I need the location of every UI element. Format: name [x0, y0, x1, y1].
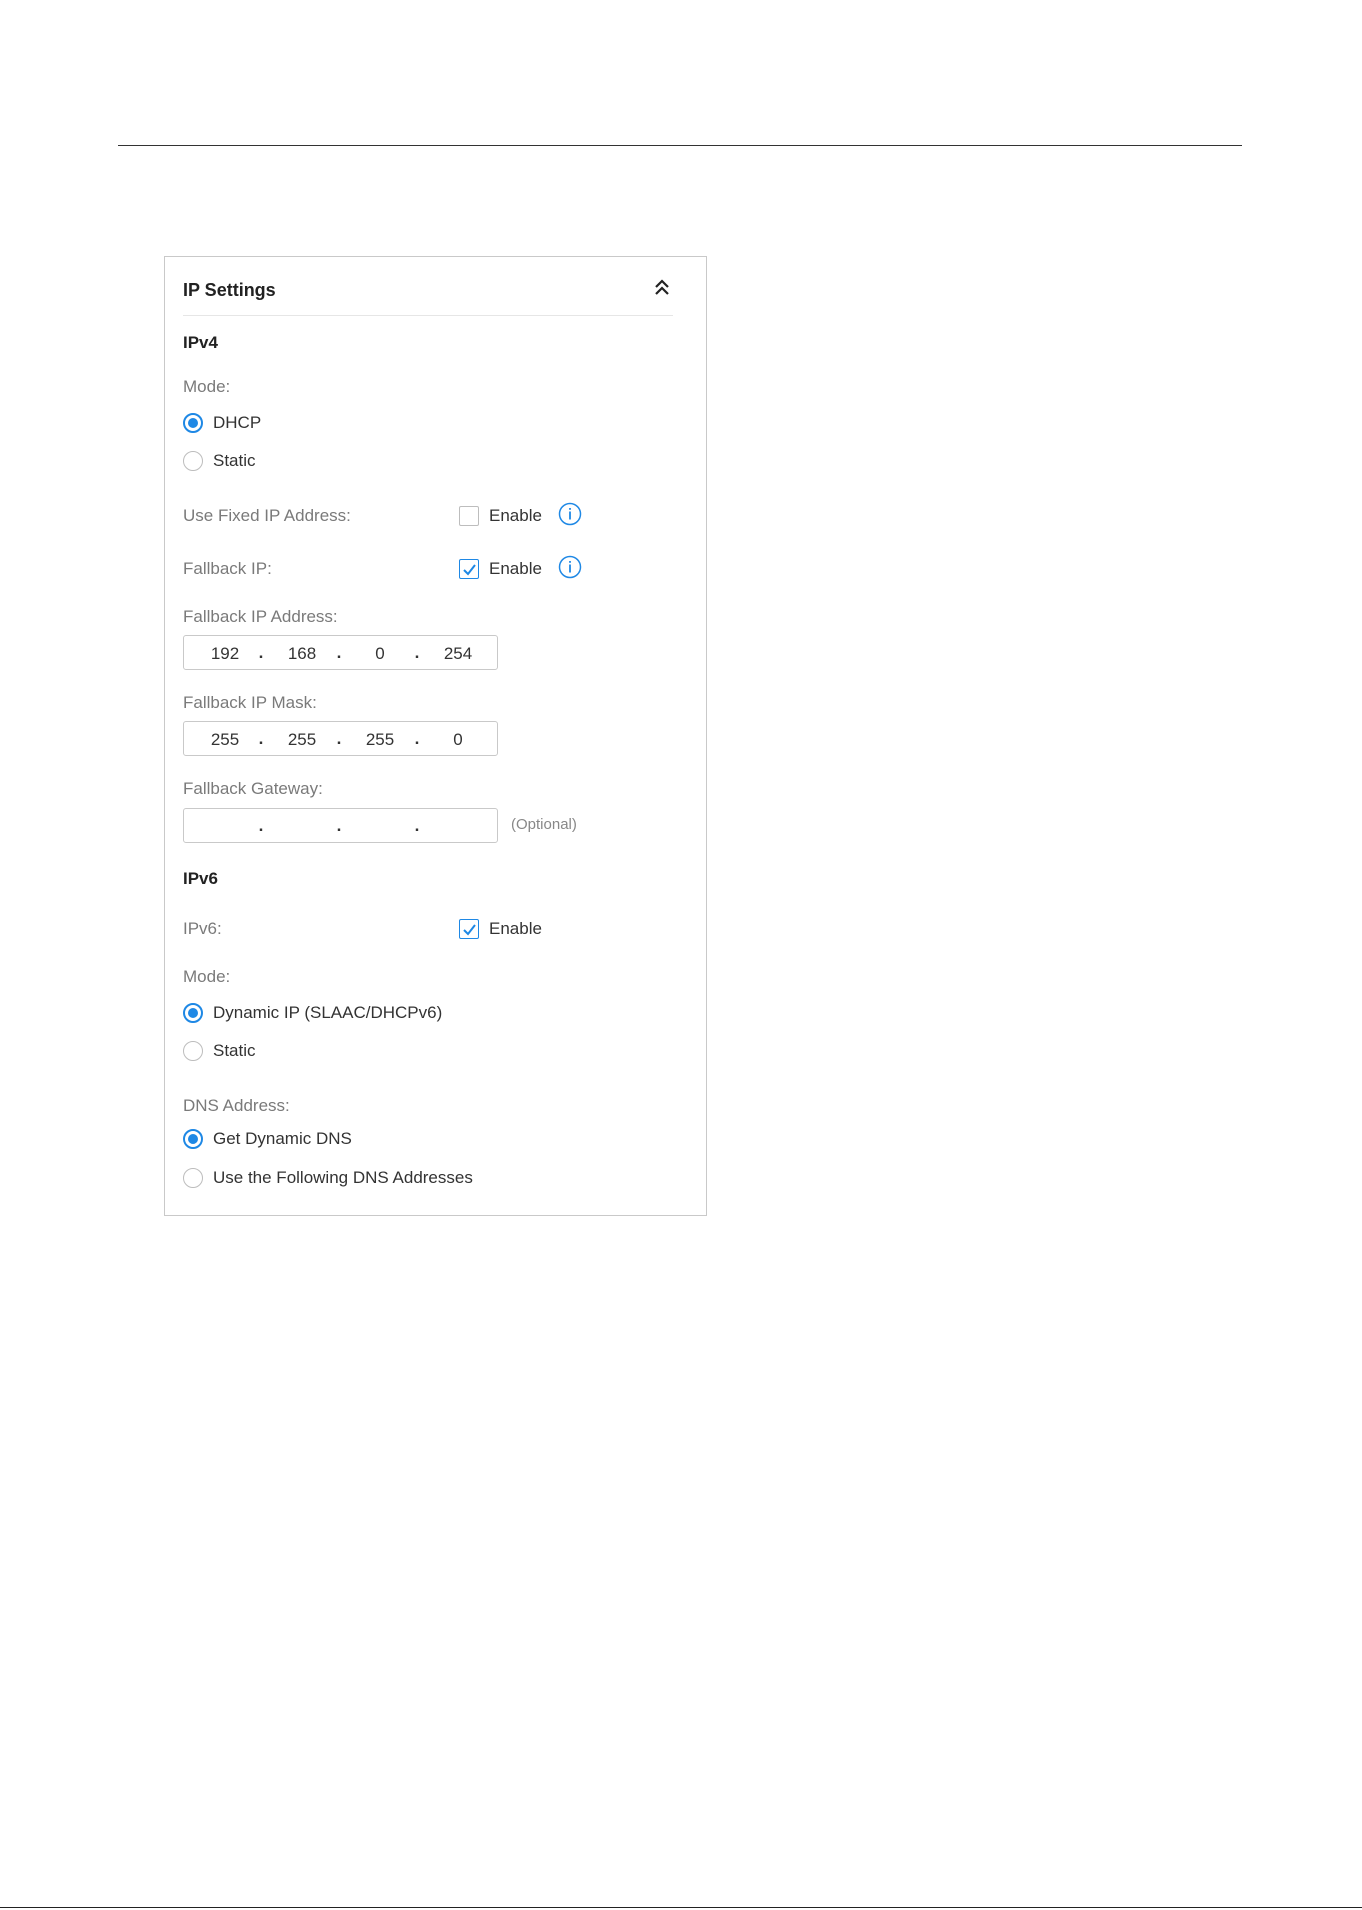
checkbox-label: Enable: [489, 919, 542, 938]
checkmark-icon: [463, 564, 476, 576]
ip-octet-4[interactable]: 0: [433, 730, 483, 750]
checkbox-label: Enable: [489, 506, 542, 525]
radio-unselected-indicator[interactable]: [183, 451, 203, 471]
checkbox-box[interactable]: [459, 506, 479, 526]
dns-dynamic-radio[interactable]: Get Dynamic DNS: [183, 1127, 352, 1151]
panel-title: IP Settings: [183, 280, 276, 300]
radio-label: Static: [213, 451, 256, 470]
ipv6-mode-static-radio[interactable]: Static: [183, 1039, 256, 1063]
ip-octet-2[interactable]: 168: [277, 644, 327, 664]
ip-octet-3[interactable]: 0: [355, 644, 405, 664]
radio-selected-indicator[interactable]: [183, 1003, 203, 1023]
info-icon[interactable]: [558, 555, 582, 579]
ipv6-mode-dynamic-radio[interactable]: Dynamic IP (SLAAC/DHCPv6): [183, 1001, 442, 1025]
ipv4-mode-label: Mode:: [183, 377, 231, 396]
checkbox-label: Enable: [489, 559, 542, 578]
ipv6-enable-label: IPv6:: [183, 919, 222, 938]
fallback-ip-address-label: Fallback IP Address:: [183, 607, 338, 626]
radio-label: Static: [213, 1041, 256, 1060]
dns-manual-radio[interactable]: Use the Following DNS Addresses: [183, 1166, 473, 1190]
dns-address-label: DNS Address:: [183, 1096, 290, 1115]
ip-separator: .: [336, 643, 342, 662]
ip-separator: .: [258, 816, 264, 835]
checkmark-icon: [463, 924, 476, 936]
radio-label: Use the Following DNS Addresses: [213, 1168, 473, 1187]
info-icon[interactable]: [558, 502, 582, 526]
radio-unselected-indicator[interactable]: [183, 1041, 203, 1061]
radio-label: DHCP: [213, 413, 262, 432]
fallback-ip-mask-input[interactable]: 255 . 255 . 255 . 0: [183, 721, 498, 756]
double-chevron-up-icon[interactable]: [652, 277, 672, 299]
ip-octet-4[interactable]: 254: [433, 644, 483, 664]
ipv6-mode-label: Mode:: [183, 967, 231, 986]
page-header-rule: [118, 145, 1242, 146]
ip-settings-panel: IP Settings IPv4 Mode: DHCP Static Use F…: [164, 256, 707, 1216]
fixed-ip-enable-checkbox[interactable]: Enable: [459, 504, 542, 528]
ipv4-mode-static-radio[interactable]: Static: [183, 449, 256, 473]
ip-separator: .: [258, 729, 264, 748]
ipv6-enable-checkbox[interactable]: Enable: [459, 917, 542, 941]
radio-selected-indicator[interactable]: [183, 1129, 203, 1149]
ip-separator: .: [336, 816, 342, 835]
ipv4-heading: IPv4: [183, 333, 218, 352]
ip-octet-2[interactable]: 255: [277, 730, 327, 750]
ip-octet-3[interactable]: 255: [355, 730, 405, 750]
radio-label: Get Dynamic DNS: [213, 1129, 352, 1148]
fallback-ip-mask-label: Fallback IP Mask:: [183, 693, 317, 712]
title-divider: [183, 315, 673, 316]
radio-label: Dynamic IP (SLAAC/DHCPv6): [213, 1003, 443, 1022]
ip-separator: .: [258, 643, 264, 662]
radio-selected-indicator[interactable]: [183, 413, 203, 433]
fallback-ip-enable-checkbox[interactable]: Enable: [459, 557, 542, 581]
ip-separator: .: [336, 729, 342, 748]
checkbox-box[interactable]: [459, 559, 479, 579]
fallback-gateway-input[interactable]: . . .: [183, 808, 498, 843]
ip-separator: .: [414, 729, 420, 748]
radio-unselected-indicator[interactable]: [183, 1168, 203, 1188]
page-footer-rule: [0, 1907, 1362, 1908]
ip-separator: .: [414, 816, 420, 835]
fixed-ip-label: Use Fixed IP Address:: [183, 506, 351, 525]
ip-separator: .: [414, 643, 420, 662]
optional-note: (Optional): [511, 816, 577, 833]
ip-octet-1[interactable]: 192: [200, 644, 250, 664]
ipv4-mode-dhcp-radio[interactable]: DHCP: [183, 411, 261, 435]
ipv6-heading: IPv6: [183, 869, 218, 888]
fallback-ip-label: Fallback IP:: [183, 559, 272, 578]
fallback-ip-address-input[interactable]: 192 . 168 . 0 . 254: [183, 635, 498, 670]
ip-octet-1[interactable]: 255: [200, 730, 250, 750]
fallback-gateway-label: Fallback Gateway:: [183, 779, 323, 798]
checkbox-box[interactable]: [459, 919, 479, 939]
